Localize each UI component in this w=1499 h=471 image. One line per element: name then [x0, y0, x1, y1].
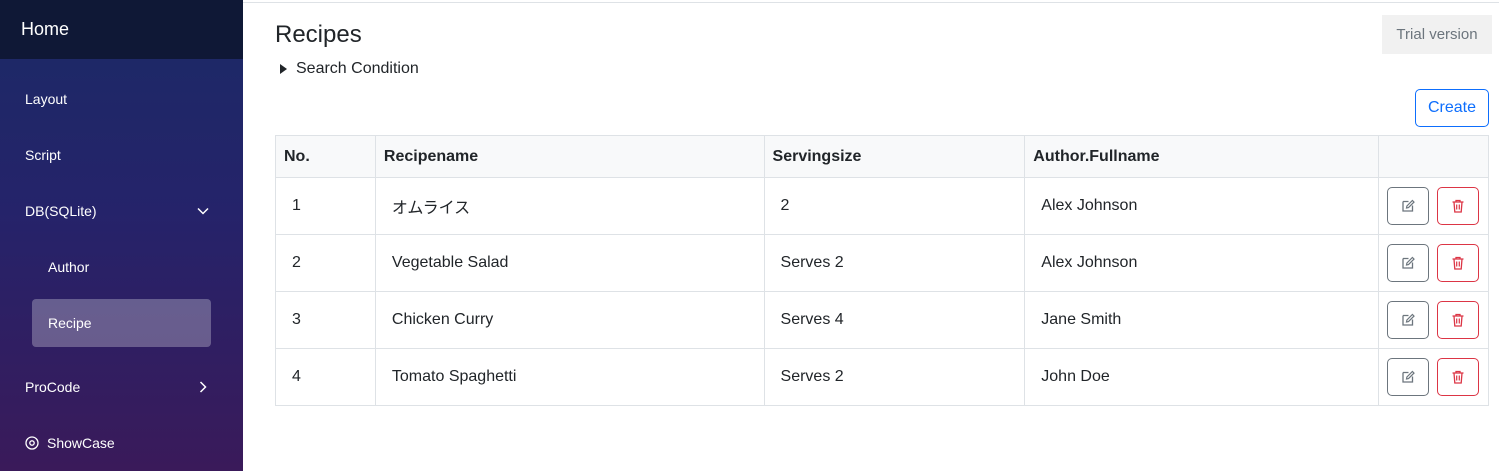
sidebar-item-script[interactable]: Script [0, 131, 243, 179]
cell-recipename: オムライス [374, 177, 765, 235]
sidebar-item-label: Recipe [48, 315, 92, 331]
cell-no: 2 [275, 234, 376, 292]
chevron-down-icon [197, 207, 209, 215]
cell-servingsize: Serves 2 [763, 348, 1026, 406]
cell-author: Alex Johnson [1024, 177, 1379, 235]
sidebar-home-link[interactable]: Home [0, 0, 243, 59]
column-header-actions [1377, 135, 1490, 178]
recipes-table: No. Recipename Servingsize Author.Fullna… [275, 135, 1490, 406]
sidebar-item-label: Author [48, 259, 90, 275]
cell-recipename: Chicken Curry [374, 291, 765, 349]
edit-icon [1402, 256, 1415, 269]
delete-button[interactable] [1436, 301, 1479, 339]
cell-actions [1377, 177, 1490, 235]
page-title: Recipes [275, 21, 362, 48]
table-row: 1 オムライス 2 Alex Johnson [275, 177, 1490, 235]
trash-icon [1452, 370, 1464, 384]
delete-button[interactable] [1436, 358, 1479, 396]
divider [243, 2, 1499, 3]
delete-button[interactable] [1436, 244, 1479, 282]
sidebar-item-layout[interactable]: Layout [0, 75, 243, 123]
row-actions [1379, 244, 1488, 282]
column-header-recipename[interactable]: Recipename [374, 135, 765, 178]
sidebar-item-label: Layout [25, 91, 68, 107]
cell-no: 3 [275, 291, 376, 349]
table-header-row: No. Recipename Servingsize Author.Fullna… [275, 135, 1490, 178]
sidebar-item-recipe[interactable]: Recipe [32, 299, 211, 347]
triangle-right-icon [280, 64, 287, 74]
sidebar: Home Layout Script DB(SQLite) Author Rec… [0, 0, 243, 471]
table-row: 2 Vegetable Salad Serves 2 Alex Johnson [275, 234, 1490, 292]
column-header-no[interactable]: No. [275, 135, 376, 178]
trial-version-badge: Trial version [1382, 15, 1492, 54]
search-condition-toggle[interactable]: Search Condition [280, 60, 419, 78]
cell-servingsize: Serves 2 [763, 234, 1026, 292]
cell-actions [1377, 291, 1490, 349]
create-button[interactable]: Create [1415, 89, 1489, 127]
sidebar-item-author[interactable]: Author [0, 243, 243, 291]
edit-button[interactable] [1386, 301, 1429, 339]
search-condition-label: Search Condition [296, 60, 419, 77]
edit-button[interactable] [1386, 358, 1429, 396]
column-header-servingsize[interactable]: Servingsize [763, 135, 1026, 178]
cell-no: 4 [275, 348, 376, 406]
sidebar-item-procode[interactable]: ProCode [0, 363, 243, 411]
cell-author: John Doe [1024, 348, 1379, 406]
cell-actions [1377, 348, 1490, 406]
trash-icon [1452, 313, 1464, 327]
main-content: Recipes Trial version Search Condition C… [243, 0, 1499, 471]
delete-button[interactable] [1436, 187, 1479, 225]
row-actions [1379, 187, 1488, 225]
table-row: 4 Tomato Spaghetti Serves 2 John Doe [275, 348, 1490, 406]
sidebar-item-showcase[interactable]: ShowCase [0, 419, 243, 467]
column-header-author-fullname[interactable]: Author.Fullname [1024, 135, 1379, 178]
trash-icon [1452, 256, 1464, 270]
sidebar-item-db-sqlite[interactable]: DB(SQLite) [0, 187, 243, 235]
table-row: 3 Chicken Curry Serves 4 Jane Smith [275, 291, 1490, 349]
sidebar-item-label: ShowCase [47, 435, 115, 451]
cell-actions [1377, 234, 1490, 292]
row-actions [1379, 358, 1488, 396]
cell-recipename: Vegetable Salad [374, 234, 765, 292]
sidebar-item-label: ProCode [25, 379, 81, 395]
circle-icon [25, 436, 39, 450]
cell-author: Alex Johnson [1024, 234, 1379, 292]
edit-button[interactable] [1386, 244, 1429, 282]
home-label: Home [21, 19, 70, 39]
cell-no: 1 [275, 177, 376, 235]
edit-icon [1402, 199, 1415, 212]
cell-servingsize: 2 [763, 177, 1026, 235]
cell-author: Jane Smith [1024, 291, 1379, 349]
row-actions [1379, 301, 1488, 339]
edit-icon [1402, 313, 1415, 326]
sidebar-item-label: Script [25, 147, 61, 163]
cell-recipename: Tomato Spaghetti [374, 348, 765, 406]
chevron-right-icon [199, 381, 207, 393]
cell-servingsize: Serves 4 [763, 291, 1026, 349]
sidebar-item-label: DB(SQLite) [25, 203, 97, 219]
edit-button[interactable] [1386, 187, 1429, 225]
edit-icon [1402, 370, 1415, 383]
trash-icon [1452, 199, 1464, 213]
